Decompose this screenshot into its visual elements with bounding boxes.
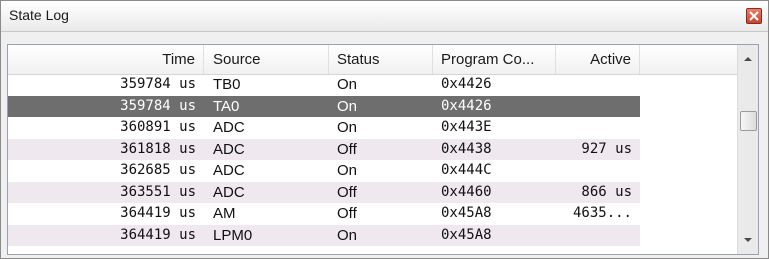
scroll-thumb[interactable] — [740, 111, 757, 131]
arrow-up-icon — [744, 57, 752, 61]
cell-status: On — [337, 97, 358, 115]
table-row[interactable]: 360891 us ADC On 0x443E — [8, 117, 640, 139]
cell-time: 364419 us — [120, 226, 196, 243]
cell-program-counter: 0x45A8 — [441, 205, 492, 221]
title-bar[interactable]: State Log — [1, 1, 768, 32]
cell-source: ADC — [213, 140, 245, 158]
cell-source: ADC — [213, 119, 245, 136]
cell-program-counter: 0x4426 — [441, 76, 492, 92]
cell-time: 361818 us — [120, 140, 196, 157]
table-row[interactable]: 363551 us ADC Off 0x4460 866 us — [8, 181, 640, 203]
cell-program-counter: 0x4460 — [441, 183, 492, 200]
table-row[interactable]: 359784 us TA0 On 0x4426 — [8, 95, 640, 118]
cell-program-counter: 0x4426 — [441, 97, 492, 114]
column-header-program-counter[interactable]: Program Co... — [433, 45, 556, 74]
column-header-time[interactable]: Time — [8, 45, 204, 74]
cell-time: 364419 us — [120, 205, 196, 221]
window-title: State Log — [9, 7, 69, 23]
cell-source: AM — [213, 205, 236, 222]
cell-status: On — [337, 119, 358, 136]
cell-program-counter: 0x45A8 — [441, 226, 492, 243]
vertical-scrollbar[interactable] — [737, 45, 758, 254]
cell-program-counter: 0x4438 — [441, 140, 492, 157]
arrow-down-icon — [744, 238, 752, 242]
cell-program-counter: 0x443E — [441, 119, 492, 135]
cell-active — [556, 225, 640, 247]
cell-status: Off — [337, 183, 357, 201]
column-header-active[interactable]: Active — [556, 45, 640, 74]
table-row[interactable]: 364419 us LPM0 On 0x45A8 — [8, 224, 640, 247]
column-header-status[interactable]: Status — [329, 45, 433, 74]
cell-time: 362685 us — [120, 162, 196, 178]
cell-status: On — [337, 162, 358, 179]
cell-status: Off — [337, 140, 357, 158]
cell-time: 363551 us — [120, 183, 196, 200]
cell-program-counter: 0x444C — [441, 162, 492, 178]
table-row[interactable]: 364419 us AM Off 0x45A8 4635... — [8, 203, 640, 225]
cell-source: ADC — [213, 162, 245, 179]
column-header-row: Time Source Status Program Co... Active — [8, 45, 738, 75]
scroll-up-button[interactable] — [738, 49, 758, 69]
cell-active: 927 us — [581, 140, 632, 157]
state-log-window: State Log Time Source Status Program Co.… — [0, 0, 769, 259]
cell-status: On — [337, 76, 358, 93]
cell-active — [556, 117, 640, 139]
scroll-down-button[interactable] — [738, 230, 758, 250]
column-header-source[interactable]: Source — [204, 45, 329, 74]
cell-active — [556, 96, 640, 118]
log-rows: 359784 us TB0 On 0x4426 359784 us TA0 On 0x4426… — [8, 74, 738, 246]
cell-time: 360891 us — [120, 119, 196, 135]
cell-source: TA0 — [213, 97, 240, 115]
cell-active: 4635... — [572, 205, 632, 221]
table-row[interactable]: 362685 us ADC On 0x444C — [8, 160, 640, 182]
table-row[interactable]: 359784 us TB0 On 0x4426 — [8, 74, 640, 96]
close-icon — [749, 11, 759, 21]
cell-status: On — [337, 226, 358, 244]
cell-time: 359784 us — [120, 97, 196, 114]
table-row[interactable]: 361818 us ADC Off 0x4438 927 us — [8, 138, 640, 160]
cell-source: ADC — [213, 183, 245, 201]
close-button[interactable] — [746, 8, 762, 24]
cell-source: LPM0 — [213, 226, 253, 244]
cell-time: 359784 us — [120, 76, 196, 92]
cell-source: TB0 — [213, 76, 241, 93]
cell-active: 866 us — [581, 183, 632, 200]
cell-active — [556, 74, 640, 96]
state-log-list[interactable]: Time Source Status Program Co... Active … — [7, 44, 759, 255]
cell-active — [556, 160, 640, 182]
cell-status: Off — [337, 205, 357, 222]
